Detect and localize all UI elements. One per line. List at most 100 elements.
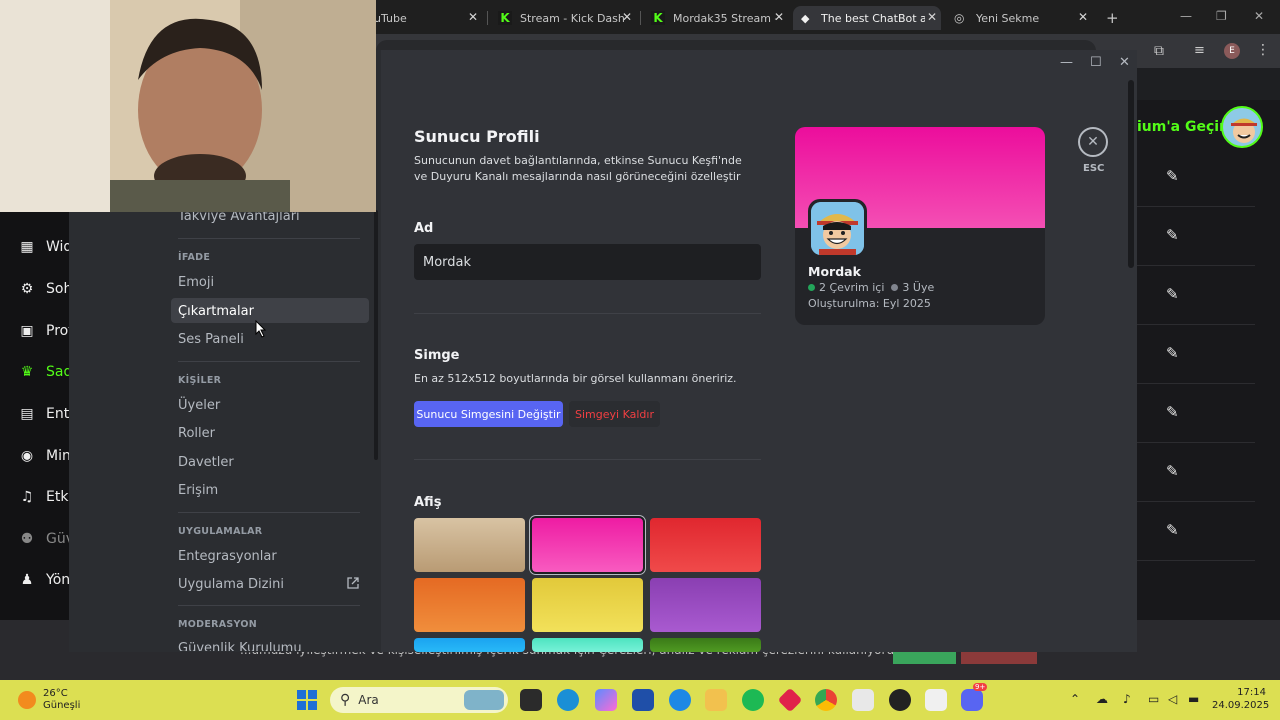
nav-item-minigames[interactable]: ◉ Min — [18, 448, 71, 464]
premium-promo-text[interactable]: ium'a Geçin — [1137, 119, 1229, 135]
temperature: 26°C — [43, 688, 68, 699]
sidebar-item-app-directory[interactable]: Uygulama Dizini — [178, 577, 284, 592]
sidebar-item-emoji[interactable]: Emoji — [178, 275, 214, 290]
change-server-icon-button[interactable]: Sunucu Simgesini Değiştir — [414, 401, 563, 427]
copilot-icon[interactable] — [595, 689, 617, 711]
edit-pencil-icon[interactable]: ✎ — [1166, 285, 1179, 303]
tab-kick-dashboard[interactable]: K Stream - Kick Dashboard ✕ — [490, 6, 636, 30]
browser-app-icon[interactable] — [669, 689, 691, 711]
banner-swatch[interactable] — [650, 578, 761, 632]
nav-item-events[interactable]: ♫ Etki — [18, 489, 73, 505]
edit-pencil-icon[interactable]: ✎ — [1166, 167, 1179, 185]
sidebar-item-access[interactable]: Erişim — [178, 483, 218, 498]
tab-youtube[interactable]: uTube ✕ — [366, 6, 482, 30]
divider — [178, 512, 360, 513]
file-explorer-icon[interactable] — [705, 689, 727, 711]
new-tab-button[interactable]: + — [1098, 6, 1119, 30]
discord-icon[interactable]: 9+ — [961, 683, 988, 711]
webcam-overlay — [0, 0, 376, 212]
notification-badge: 9+ — [973, 683, 988, 691]
task-view-icon[interactable] — [520, 689, 542, 711]
edit-pencil-icon[interactable]: ✎ — [1166, 226, 1179, 244]
remove-icon-button[interactable]: Simgeyi Kaldır — [569, 401, 660, 427]
sidebar-item-safety-setup[interactable]: Güvenlik Kurulumu — [178, 641, 302, 651]
edit-pencil-icon[interactable]: ✎ — [1166, 344, 1179, 362]
document-icon[interactable] — [925, 689, 947, 711]
sidebar-scrollbar[interactable] — [374, 210, 378, 460]
sidebar-item-roles[interactable]: Roller — [178, 426, 215, 441]
windows-start-icon[interactable] — [296, 689, 318, 711]
minimize-icon[interactable]: — — [1180, 9, 1192, 23]
icon-label: Simge — [414, 348, 460, 363]
main-scrollbar[interactable] — [1128, 80, 1134, 268]
tab-mordak-stream[interactable]: K Mordak35 Stream - Vi ✕ — [643, 6, 788, 30]
media-icon[interactable]: ≡ — [1194, 43, 1205, 58]
taskbar-clock[interactable]: 17:14 24.09.2025 — [1212, 686, 1269, 712]
network-icon[interactable]: ▭ — [1148, 692, 1159, 706]
gamepad-icon: ◉ — [20, 448, 34, 464]
edit-pencil-icon[interactable]: ✎ — [1166, 462, 1179, 480]
edge-icon[interactable] — [557, 689, 579, 711]
trophy-icon: ♛ — [20, 364, 34, 380]
banner-swatch[interactable] — [414, 578, 525, 632]
user-avatar[interactable] — [1221, 106, 1263, 148]
banner-swatch[interactable] — [532, 638, 643, 652]
close-icon[interactable]: ✕ — [774, 10, 784, 24]
tab-chatbot[interactable]: ◆ The best ChatBot and ✕ — [793, 6, 941, 30]
chrome-icon[interactable] — [815, 689, 837, 711]
volume-icon[interactable]: ◁ — [1168, 692, 1177, 706]
sidebar-item-integrations[interactable]: Entegrasyonlar — [178, 549, 277, 564]
external-link-icon — [347, 577, 359, 589]
tab-separator — [487, 11, 488, 25]
close-icon[interactable]: ✕ — [622, 10, 632, 24]
section-header-moderation: MODERASYON — [178, 619, 257, 630]
banner-swatch[interactable] — [414, 638, 525, 652]
taskbar-search[interactable]: ⚲ Ara — [330, 687, 508, 713]
close-icon[interactable]: ✕ — [468, 10, 478, 24]
weather-widget[interactable]: 26°C Güneşli — [18, 688, 80, 712]
list-row — [1137, 148, 1255, 207]
restore-icon[interactable]: ❐ — [1216, 9, 1227, 23]
nav-item-chatbot[interactable]: ⚙ Soh — [18, 281, 73, 297]
edit-pencil-icon[interactable]: ✎ — [1166, 521, 1179, 539]
extensions-icon[interactable]: ⧉ — [1154, 43, 1164, 59]
close-settings-button[interactable]: ✕ — [1078, 127, 1108, 157]
menu-dots-icon[interactable]: ⋮ — [1256, 42, 1270, 58]
notepad-icon[interactable] — [852, 689, 874, 711]
banner-swatch[interactable] — [532, 578, 643, 632]
close-window-icon[interactable]: ✕ — [1254, 9, 1264, 23]
store-icon[interactable] — [632, 689, 654, 711]
profile-avatar-icon[interactable]: E — [1224, 43, 1240, 59]
search-placeholder: Ara — [358, 693, 379, 707]
sidebar-item-soundboard[interactable]: Ses Paneli — [178, 332, 244, 347]
nav-item-admin[interactable]: ♟ Yön — [18, 572, 70, 588]
banner-swatch[interactable] — [650, 638, 761, 652]
server-name-input[interactable] — [414, 244, 761, 280]
maximize-icon[interactable]: ☐ — [1090, 55, 1102, 70]
battery-icon[interactable]: ▬ — [1188, 692, 1199, 706]
nav-item-widget[interactable]: ▦ Wid — [18, 239, 72, 255]
edit-pencil-icon[interactable]: ✎ — [1166, 403, 1179, 421]
list-row — [1137, 266, 1255, 325]
banner-swatch[interactable] — [530, 516, 645, 574]
sidebar-item-members[interactable]: Üyeler — [178, 398, 220, 413]
nav-item-loyalty[interactable]: ♛ Sad — [18, 364, 73, 380]
minimize-icon[interactable]: — — [1060, 55, 1073, 70]
nav-item-profile[interactable]: ▣ Prof — [18, 323, 73, 339]
banner-swatch[interactable] — [414, 518, 525, 572]
chevron-up-icon[interactable]: ⌃ — [1070, 692, 1080, 706]
section-header-apps: UYGULAMALAR — [178, 526, 263, 537]
banner-swatch[interactable] — [650, 518, 761, 572]
close-icon[interactable]: ✕ — [927, 10, 937, 24]
close-icon[interactable]: ✕ — [1078, 10, 1088, 24]
obs-icon[interactable] — [889, 689, 911, 711]
sidebar-item-invites[interactable]: Davetler — [178, 455, 234, 470]
member-dot-icon — [891, 284, 899, 291]
spotify-icon[interactable] — [742, 689, 764, 711]
tab-new-tab[interactable]: ◎ Yeni Sekme ✕ — [946, 6, 1092, 30]
sidebar-item-stickers[interactable]: Çıkartmalar — [178, 304, 254, 319]
cloud-icon[interactable]: ☁ — [1096, 692, 1108, 706]
microphone-icon[interactable]: ♪ — [1123, 692, 1131, 706]
nav-item-security[interactable]: ⚉ Güv — [18, 531, 74, 547]
close-window-icon[interactable]: ✕ — [1119, 55, 1130, 70]
